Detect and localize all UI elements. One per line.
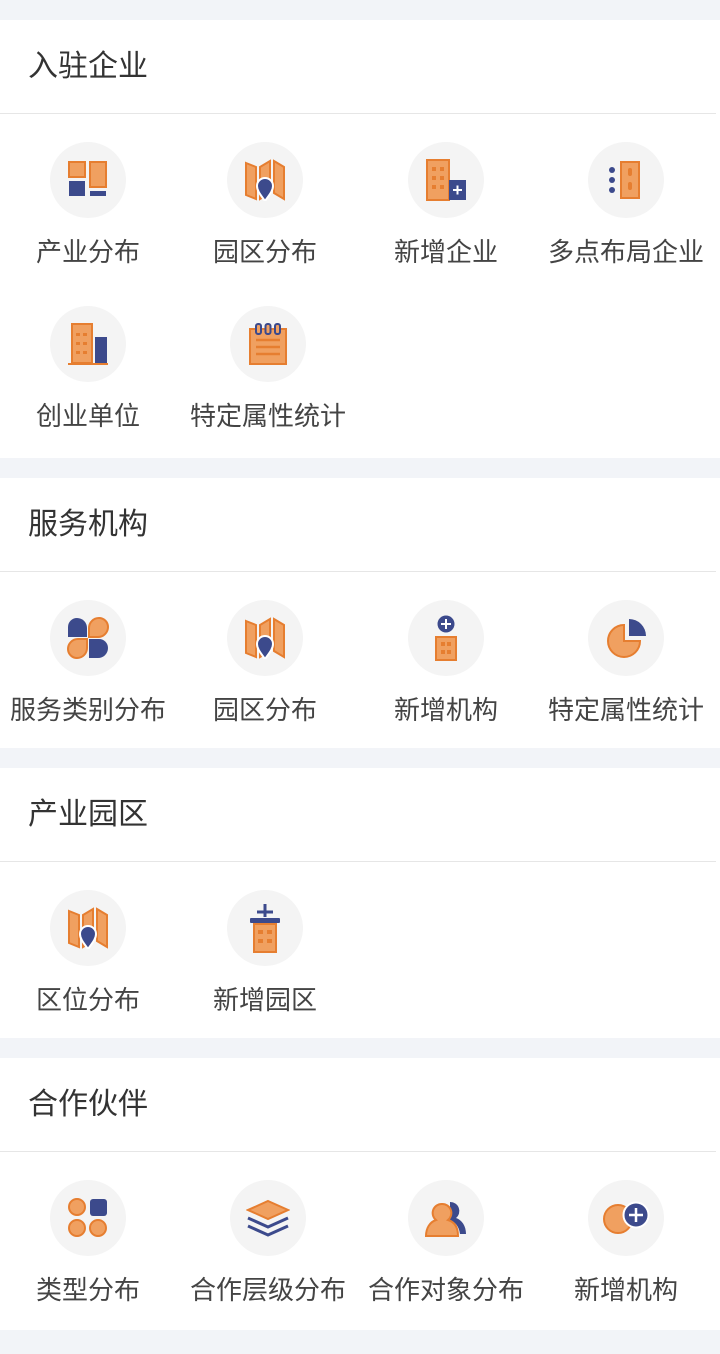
menu-item-add-company[interactable]: 新增企业 (356, 142, 536, 269)
section-partners: 合作伙伴 类型分布 合作层级分布 合作对象分布 新增机构 (0, 1058, 720, 1330)
menu-item-label: 园区分布 (212, 696, 317, 726)
section-title: 合作伙伴 (0, 1058, 716, 1152)
park-map-icon (227, 600, 303, 676)
menu-item-label: 新增园区 (212, 986, 317, 1016)
menu-item-label: 区位分布 (35, 986, 140, 1016)
startup-building-icon (50, 306, 126, 382)
menu-item-label: 园区分布 (212, 238, 317, 268)
menu-item-label: 特定属性统计 (189, 402, 346, 432)
menu-item-type-distribution[interactable]: 类型分布 (0, 1180, 178, 1307)
menu-item-specific-attr[interactable]: 特定属性统计 (536, 600, 716, 727)
menu-item-label: 合作层级分布 (189, 1276, 346, 1306)
menu-item-park-distribution[interactable]: 园区分布 (175, 600, 355, 727)
section-title: 产业园区 (0, 768, 716, 862)
menu-item-specific-attr[interactable]: 特定属性统计 (178, 306, 358, 433)
multi-point-icon (588, 142, 664, 218)
menu-item-label: 新增机构 (573, 1276, 678, 1306)
menu-item-industry-distribution[interactable]: 产业分布 (0, 142, 178, 269)
section-service-orgs: 服务机构 服务类别分布 园区分布 新增机构 特定属性统计 (0, 478, 720, 748)
industry-distribution-icon (50, 142, 126, 218)
add-company-icon (408, 142, 484, 218)
add-park-icon (227, 890, 303, 966)
menu-item-startup[interactable]: 创业单位 (0, 306, 178, 433)
category-petals-icon (50, 600, 126, 676)
notepad-icon (230, 306, 306, 382)
menu-item-label: 创业单位 (35, 402, 140, 432)
layers-icon (230, 1180, 306, 1256)
menu-item-label: 特定属性统计 (547, 696, 704, 726)
menu-item-label: 多点布局企业 (547, 238, 704, 268)
menu-item-label: 合作对象分布 (367, 1276, 524, 1306)
menu-item-coop-level[interactable]: 合作层级分布 (178, 1180, 358, 1307)
menu-item-coop-target[interactable]: 合作对象分布 (356, 1180, 536, 1307)
partners-icon (408, 1180, 484, 1256)
section-title: 入驻企业 (0, 20, 716, 114)
menu-item-label: 服务类别分布 (9, 696, 166, 726)
menu-item-label: 新增机构 (393, 696, 498, 726)
menu-item-location-distribution[interactable]: 区位分布 (0, 890, 178, 1017)
add-org-icon (408, 600, 484, 676)
add-partner-icon (588, 1180, 664, 1256)
menu-item-add-org[interactable]: 新增机构 (356, 600, 536, 727)
menu-item-label: 新增企业 (393, 238, 498, 268)
section-industrial-parks: 产业园区 区位分布 新增园区 (0, 768, 720, 1038)
menu-item-label: 类型分布 (35, 1276, 140, 1306)
location-map-icon (50, 890, 126, 966)
menu-item-park-distribution[interactable]: 园区分布 (175, 142, 355, 269)
menu-item-label: 产业分布 (35, 238, 140, 268)
section-enterprises: 入驻企业 产业分布 园区分布 新增企业 多点布局企业 创业单位 特定属性统计 (0, 20, 720, 458)
type-grid-icon (50, 1180, 126, 1256)
menu-item-service-category[interactable]: 服务类别分布 (0, 600, 178, 727)
park-map-icon (227, 142, 303, 218)
pie-chart-icon (588, 600, 664, 676)
menu-item-add-park[interactable]: 新增园区 (175, 890, 355, 1017)
menu-item-multi-point[interactable]: 多点布局企业 (536, 142, 716, 269)
section-title: 服务机构 (0, 478, 716, 572)
menu-item-add-partner-org[interactable]: 新增机构 (536, 1180, 716, 1307)
